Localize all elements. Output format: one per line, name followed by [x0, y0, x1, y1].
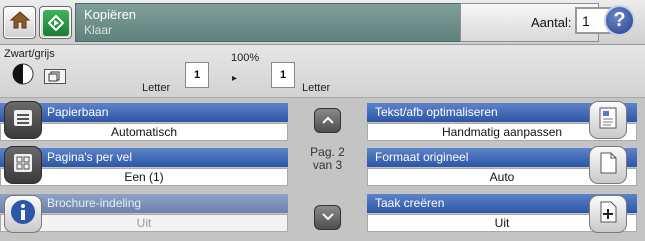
pagination-column: Pag. 2 van 3 [288, 98, 367, 241]
setting-label: Brochure-indeling [0, 194, 288, 213]
paper-tray-icon [11, 106, 35, 135]
scroll-up-button[interactable] [314, 108, 341, 133]
pages-per-sheet-icon [11, 151, 35, 180]
text-image-icon [597, 106, 619, 135]
setting-pages-per-sheet[interactable]: Pagina's per vel Een (1) [0, 144, 288, 188]
job-build-button[interactable] [589, 195, 627, 233]
help-icon: ? [604, 5, 635, 36]
half-circle-color-icon [12, 63, 34, 85]
original-size-label: Letter [142, 82, 171, 94]
arrow-right-icon: ▸ [232, 73, 238, 84]
copy-start-button[interactable] [39, 6, 72, 39]
original-count-box: 1 [185, 62, 209, 88]
booklet-info-button[interactable] [4, 195, 42, 233]
scroll-down-button[interactable] [314, 205, 341, 230]
status-text: Klaar [84, 23, 113, 37]
title-panel: Kopiëren Klaar [75, 3, 462, 42]
setting-paper-tray[interactable]: Papierbaan Automatisch [0, 99, 288, 143]
optimize-button[interactable] [589, 101, 627, 139]
document-icon [597, 151, 619, 180]
paper-icon [44, 69, 66, 84]
page-title: Kopiëren [84, 7, 137, 22]
paper-tray-button[interactable] [4, 101, 42, 139]
pages-per-sheet-button[interactable] [4, 146, 42, 184]
destination-size-label: Letter [302, 82, 331, 94]
top-bar: Kopiëren Klaar Aantal: 1 ? [0, 0, 645, 45]
setting-label: Pagina's per vel [0, 148, 288, 167]
setting-value: Automatisch [0, 123, 288, 141]
chevron-down-icon [321, 209, 335, 227]
setting-value: Uit [0, 214, 288, 232]
original-size-button[interactable] [589, 146, 627, 184]
setting-value: Een (1) [0, 168, 288, 186]
help-button[interactable]: ? [604, 5, 638, 39]
info-icon [10, 199, 36, 230]
zoom-label: 100% [231, 52, 260, 64]
page-indicator-line2: van 3 [312, 158, 343, 172]
setting-booklet: Brochure-indeling Uit [0, 190, 288, 234]
copies-panel: Aantal: 1 [460, 3, 628, 42]
page-indicator: Pag. 2 van 3 [288, 146, 367, 172]
copy-count-box: 1 [271, 62, 295, 88]
color-mode-label: Zwart/grijs [4, 48, 55, 60]
add-page-icon [597, 200, 619, 229]
chevron-up-icon [321, 112, 335, 130]
options-bar[interactable]: Zwart/grijs 100% Letter 1 ▸ 1 Letter [0, 45, 645, 98]
home-icon [9, 10, 31, 35]
setting-label: Papierbaan [0, 103, 288, 122]
copies-label: Aantal: [531, 15, 572, 30]
copy-start-icon [42, 9, 69, 36]
home-button[interactable] [3, 6, 36, 39]
